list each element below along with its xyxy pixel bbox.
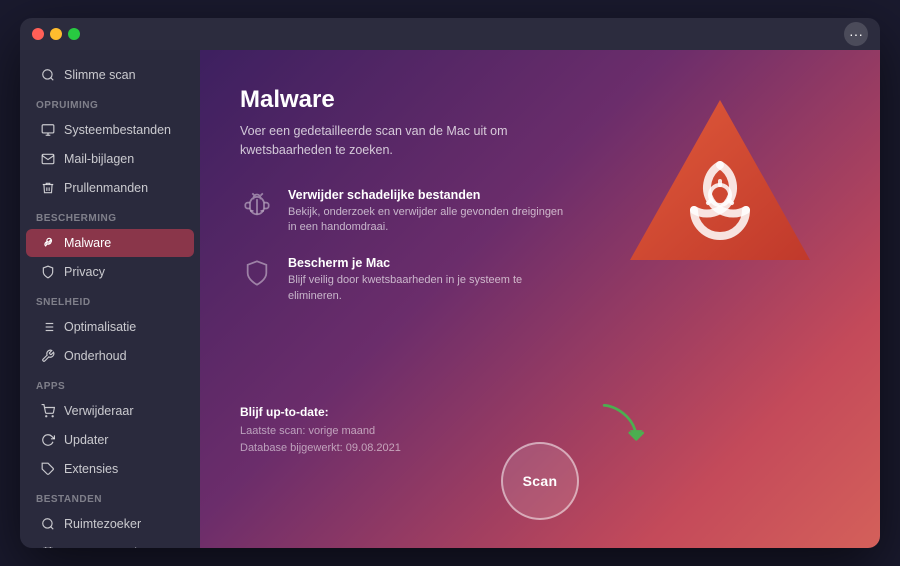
section-label-apps: Apps xyxy=(20,371,200,396)
feature-text-1: Verwijder schadelijke bestanden Bekijk, … xyxy=(288,188,568,237)
section-label-bescherming: Bescherming xyxy=(20,203,200,228)
feature-text-2: Bescherm je Mac Blijf veilig door kwetsb… xyxy=(288,256,568,305)
search-icon xyxy=(40,516,56,532)
sidebar-item-verwijderaar[interactable]: Verwijderaar xyxy=(26,397,194,425)
sidebar-item-label: Malware xyxy=(64,236,111,250)
mail-icon xyxy=(40,151,56,167)
scan-button[interactable]: Scan xyxy=(501,442,579,520)
trash-icon xyxy=(40,180,56,196)
sidebar-item-mail-bijlagen[interactable]: Mail-bijlagen xyxy=(26,145,194,173)
scan-icon xyxy=(40,67,56,83)
sidebar-item-label: Verwijderaar xyxy=(64,404,133,418)
scan-button-wrapper: Scan xyxy=(501,442,579,520)
section-label-opruiming: Opruiming xyxy=(20,90,200,115)
privacy-icon xyxy=(40,264,56,280)
malware-triangle-icon xyxy=(620,90,820,280)
last-scan: Laatste scan: vorige maand xyxy=(240,423,401,441)
sidebar-item-systeembestanden[interactable]: Systeembestanden xyxy=(26,116,194,144)
more-options-icon: ··· xyxy=(849,26,863,42)
bug-icon xyxy=(240,188,274,222)
page-subtitle: Voer een gedetailleerde scan van de Mac … xyxy=(240,122,560,160)
sidebar-item-label: Slimme scan xyxy=(64,68,136,82)
close-button[interactable] xyxy=(32,28,44,40)
sidebar: Slimme scan Opruiming Systeembestanden xyxy=(20,50,200,548)
biohazard-icon xyxy=(40,235,56,251)
title-bar: ··· xyxy=(20,18,880,50)
sidebar-item-prullenmanden[interactable]: Prullenmanden xyxy=(26,174,194,202)
sidebar-item-groot-en-oud[interactable]: Groot en oud xyxy=(26,539,194,548)
sidebar-item-malware[interactable]: Malware xyxy=(26,229,194,257)
sidebar-item-label: Systeembestanden xyxy=(64,123,171,137)
sidebar-item-label: Mail-bijlagen xyxy=(64,152,134,166)
section-label-snelheid: Snelheid xyxy=(20,287,200,312)
footer-label: Blijf up-to-date: xyxy=(240,405,401,419)
minimize-button[interactable] xyxy=(50,28,62,40)
sidebar-item-label: Ruimtezoeker xyxy=(64,517,141,531)
feature-desc-1: Bekijk, onderzoek en verwijder alle gevo… xyxy=(288,205,568,237)
arrow-indicator xyxy=(595,398,650,453)
speed-icon xyxy=(40,319,56,335)
main-content: Malware Voer een gedetailleerde scan van… xyxy=(200,50,880,548)
sidebar-item-updater[interactable]: Updater xyxy=(26,426,194,454)
sidebar-item-label: Onderhoud xyxy=(64,349,127,363)
system-icon xyxy=(40,122,56,138)
puzzle-icon xyxy=(40,461,56,477)
calendar-icon xyxy=(40,545,56,548)
sidebar-item-privacy[interactable]: Privacy xyxy=(26,258,194,286)
sidebar-item-label: Groot en oud xyxy=(64,546,137,548)
sidebar-item-ruimtezoeker[interactable]: Ruimtezoeker xyxy=(26,510,194,538)
feature-title-1: Verwijder schadelijke bestanden xyxy=(288,188,568,202)
sidebar-item-label: Optimalisatie xyxy=(64,320,136,334)
remove-icon xyxy=(40,403,56,419)
sidebar-item-slimme-scan[interactable]: Slimme scan xyxy=(26,61,194,89)
database-update: Database bijgewerkt: 09.08.2021 xyxy=(240,440,401,458)
traffic-lights xyxy=(32,28,80,40)
sidebar-item-onderhoud[interactable]: Onderhoud xyxy=(26,342,194,370)
sidebar-item-label: Prullenmanden xyxy=(64,181,148,195)
sidebar-item-extensies[interactable]: Extensies xyxy=(26,455,194,483)
app-window: ··· Slimme scan Opruiming xyxy=(20,18,880,548)
feature-title-2: Bescherm je Mac xyxy=(288,256,568,270)
sidebar-item-label: Updater xyxy=(64,433,108,447)
footer-info: Blijf up-to-date: Laatste scan: vorige m… xyxy=(240,405,401,458)
update-icon xyxy=(40,432,56,448)
app-body: Slimme scan Opruiming Systeembestanden xyxy=(20,50,880,548)
sidebar-item-optimalisatie[interactable]: Optimalisatie xyxy=(26,313,194,341)
section-label-bestanden: Bestanden xyxy=(20,484,200,509)
sidebar-item-label: Privacy xyxy=(64,265,105,279)
maximize-button[interactable] xyxy=(68,28,80,40)
wrench-icon xyxy=(40,348,56,364)
sidebar-item-label: Extensies xyxy=(64,462,118,476)
shield-feature-icon xyxy=(240,256,274,290)
more-options-button[interactable]: ··· xyxy=(844,22,868,46)
feature-desc-2: Blijf veilig door kwetsbaarheden in je s… xyxy=(288,273,568,305)
